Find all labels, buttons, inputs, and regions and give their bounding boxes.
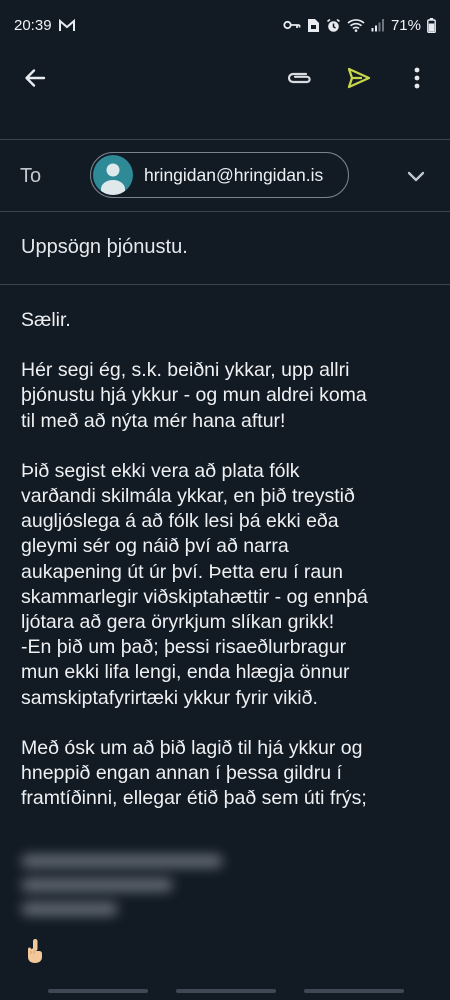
status-bar: 20:39 71% bbox=[0, 0, 450, 50]
compose-toolbar bbox=[0, 50, 450, 106]
wifi-icon bbox=[347, 18, 365, 32]
body-paragraph-2: Þið segist ekki vera að plata fólk varða… bbox=[21, 459, 441, 711]
body-line: augljóslega á að fólk lesi þá ekki eða bbox=[21, 510, 339, 533]
body-line: aukapening út úr því. Þetta eru í raun bbox=[21, 560, 343, 583]
gmail-icon bbox=[58, 18, 75, 32]
body-line: skammarlegir viðskiptahættir - og ennþá bbox=[21, 585, 368, 608]
body-line: samskiptafyrirtæki ykkur fyrir vikið. bbox=[21, 686, 318, 709]
recipient-email: hringidan@hringidan.is bbox=[144, 164, 324, 185]
signal-icon bbox=[371, 18, 385, 32]
body-line: mun ekki lifa lengi, enda hlægja önnur bbox=[21, 661, 350, 684]
key-icon bbox=[283, 19, 301, 31]
arrow-left-icon[interactable] bbox=[20, 63, 50, 93]
status-time: 20:39 bbox=[14, 16, 52, 34]
body-greeting: Sælir. bbox=[21, 309, 71, 331]
body-paragraph-1: Hér segi ég, s.k. beiðni ykkar, upp allr… bbox=[21, 358, 441, 434]
body-line: Hér segi ég, s.k. beiðni ykkar, upp allr… bbox=[21, 359, 350, 382]
body-line: Með ósk um að þið lagið til hjá ykkur og bbox=[21, 736, 363, 759]
sim-icon bbox=[307, 18, 320, 33]
body-paragraph-3: Með ósk um að þið lagið til hjá ykkur og… bbox=[21, 736, 441, 812]
body-line: Þið segist ekki vera að plata fólk bbox=[21, 459, 300, 482]
body-line: gleymi sér og náið því að narra bbox=[21, 535, 289, 558]
gesture-nav bbox=[0, 985, 450, 1000]
body-line: ljótara að gera öryrkjum slíkan grikk! bbox=[21, 611, 335, 634]
chevron-down-icon[interactable] bbox=[403, 165, 429, 187]
message-body[interactable]: Sælir. Hér segi ég, s.k. beiðni ykkar, u… bbox=[21, 308, 441, 836]
middle-finger-emoji-icon bbox=[24, 938, 46, 964]
nav-bar-segment[interactable] bbox=[304, 989, 404, 993]
subject-field[interactable]: Uppsögn þjónustu. bbox=[21, 236, 188, 259]
body-line: -En þið um það; þessi risaeðlurbragur bbox=[21, 636, 347, 659]
body-line: framtíðinni, ellegar étið það sem úti fr… bbox=[21, 787, 367, 810]
recipient-chip[interactable]: hringidan@hringidan.is bbox=[90, 152, 349, 198]
battery-level: 71% bbox=[390, 16, 421, 34]
more-vert-icon[interactable] bbox=[405, 63, 429, 93]
paperclip-icon[interactable] bbox=[284, 63, 316, 93]
divider bbox=[0, 139, 450, 140]
body-line: til með að nýta mér hana aftur! bbox=[21, 409, 286, 432]
alarm-icon bbox=[326, 18, 341, 33]
blurred-signature bbox=[22, 855, 242, 935]
body-line: þjónustu hjá ykkur - og mun aldrei koma bbox=[21, 384, 367, 407]
avatar bbox=[93, 155, 133, 195]
to-row: To hringidan@hringidan.is bbox=[0, 143, 450, 211]
divider bbox=[0, 284, 450, 285]
body-line: hneppið engan annan í þessa gildru í bbox=[21, 762, 342, 785]
person-icon bbox=[101, 163, 125, 195]
send-icon[interactable] bbox=[343, 63, 375, 93]
to-label: To bbox=[20, 165, 42, 187]
battery-icon bbox=[427, 17, 436, 33]
nav-bar-segment[interactable] bbox=[176, 989, 276, 993]
body-line: varðandi skilmála ykkar, en þið treystið bbox=[21, 485, 355, 508]
divider bbox=[0, 211, 450, 212]
nav-bar-segment[interactable] bbox=[48, 989, 148, 993]
